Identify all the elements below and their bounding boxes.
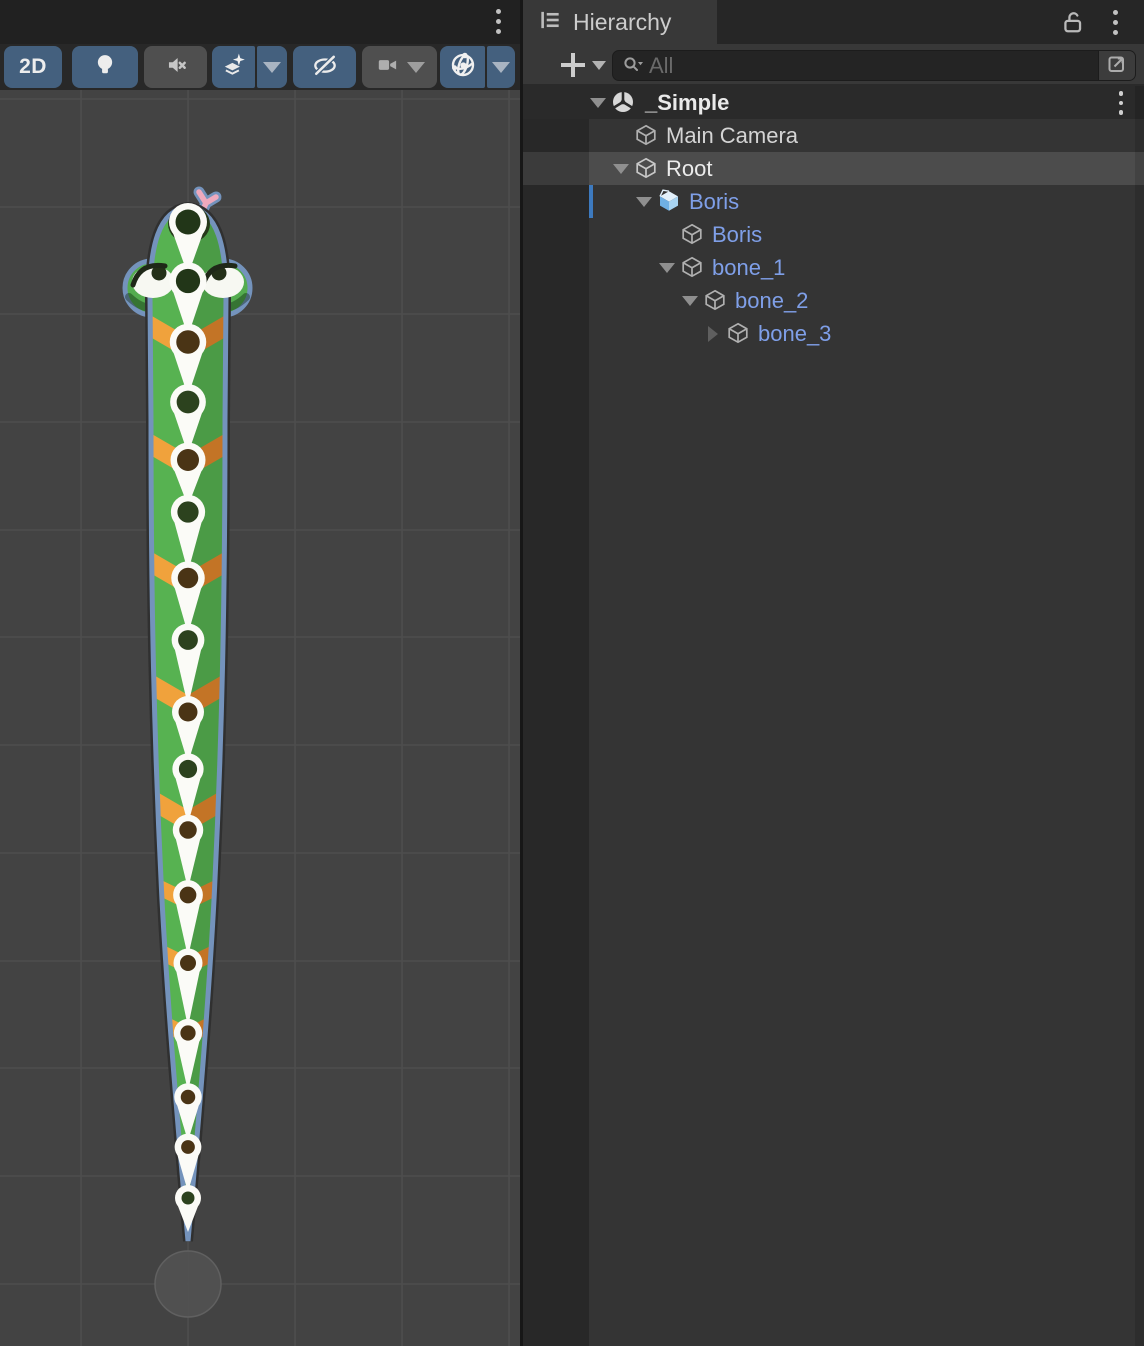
scene-name-label: _Simple	[645, 86, 729, 119]
hierarchy-menu-button[interactable]	[1100, 7, 1130, 37]
hierarchy-scrollbar[interactable]	[1135, 86, 1144, 1346]
gameobject-label: Main Camera	[666, 119, 798, 152]
search-icon[interactable]	[621, 54, 645, 78]
hierarchy-row-main-camera[interactable]: Main Camera	[523, 119, 1144, 152]
hierarchy-row-boris-prefab[interactable]: Boris	[523, 185, 1144, 218]
prefab-label: bone_2	[735, 284, 808, 317]
foldout-expanded-icon[interactable]	[633, 185, 655, 218]
prefab-cube-icon	[657, 189, 681, 213]
chevron-down-icon	[263, 62, 281, 73]
camera-icon	[375, 52, 401, 83]
scene-panel: 2D	[0, 0, 520, 1346]
toolbar-effects-toggle[interactable]	[212, 46, 255, 88]
unity-scene-icon	[611, 90, 635, 114]
foldout-expanded-icon[interactable]	[656, 251, 678, 284]
effects-star-icon	[221, 52, 247, 83]
prefab-label: bone_3	[758, 317, 831, 350]
hierarchy-list-icon	[537, 7, 563, 38]
cube-icon	[680, 222, 704, 246]
origin-gizmo[interactable]	[155, 1251, 221, 1317]
toolbar-effects-dropdown[interactable]	[257, 46, 287, 88]
2d-toggle-label: 2D	[19, 55, 47, 79]
prefab-label: Boris	[712, 218, 762, 251]
viewport-background	[0, 90, 520, 1346]
hierarchy-row-root[interactable]: Root	[523, 152, 1144, 185]
prefab-instance-marker	[589, 185, 593, 218]
open-new-window-icon	[1105, 51, 1129, 80]
cube-icon	[634, 156, 658, 180]
speaker-muted-icon	[163, 52, 189, 83]
eye-slash-icon	[311, 51, 339, 84]
toolbar-camera-dropdown[interactable]	[362, 46, 437, 88]
toolbar-audio-toggle[interactable]	[144, 46, 207, 88]
scene-toolbar: 2D	[0, 44, 520, 90]
toolbar-gizmos-dropdown[interactable]	[487, 46, 515, 88]
lightbulb-icon	[92, 52, 118, 83]
prefab-label: Boris	[689, 185, 739, 218]
toolbar-visibility-toggle[interactable]	[293, 46, 356, 88]
unlock-button[interactable]	[1058, 7, 1088, 37]
chevron-down-icon	[492, 62, 510, 73]
prefab-label: bone_1	[712, 251, 785, 284]
chevron-down-icon	[407, 62, 425, 73]
foldout-collapsed-icon[interactable]	[702, 317, 724, 350]
search-input[interactable]	[645, 53, 1098, 79]
hierarchy-panel: Hierarchy	[523, 0, 1144, 1346]
gizmo-sphere-icon	[448, 50, 478, 85]
foldout-expanded-icon[interactable]	[610, 152, 632, 185]
hierarchy-searchbox	[612, 50, 1136, 81]
hierarchy-tree: _Simple Main Camera Root	[523, 86, 1144, 1346]
chevron-down-icon	[592, 61, 606, 70]
scene-tabbar	[0, 0, 520, 44]
toolbar-2d-toggle[interactable]: 2D	[4, 46, 62, 88]
scene-row-menu-button[interactable]	[1108, 88, 1134, 118]
hierarchy-tabbar: Hierarchy	[523, 0, 1144, 44]
scene-menu-button[interactable]	[485, 6, 511, 36]
create-menu-button[interactable]	[561, 49, 619, 81]
cube-icon	[726, 321, 750, 345]
toolbar-lighting-toggle[interactable]	[72, 46, 138, 88]
toolbar-gizmos-toggle[interactable]	[440, 46, 485, 88]
foldout-expanded-icon[interactable]	[679, 284, 701, 317]
hierarchy-toolbar	[523, 44, 1144, 86]
foldout-expanded-icon[interactable]	[587, 86, 609, 119]
plus-icon	[561, 53, 585, 77]
hierarchy-tab-title: Hierarchy	[573, 9, 671, 36]
cube-icon	[703, 288, 727, 312]
hierarchy-tab[interactable]: Hierarchy	[523, 0, 717, 44]
unity-editor-window: 2D	[0, 0, 1144, 1346]
cube-icon	[680, 255, 704, 279]
hierarchy-row-scene[interactable]: _Simple	[523, 86, 1144, 119]
hierarchy-row-bone-1[interactable]: bone_1	[523, 251, 1144, 284]
cube-icon	[634, 123, 658, 147]
gameobject-label: Root	[666, 152, 712, 185]
hierarchy-row-boris-sprite[interactable]: Boris	[523, 218, 1144, 251]
hierarchy-row-bone-2[interactable]: bone_2	[523, 284, 1144, 317]
hierarchy-row-bone-3[interactable]: bone_3	[523, 317, 1144, 350]
search-popout-button[interactable]	[1098, 51, 1135, 80]
scene-viewport[interactable]	[0, 90, 520, 1346]
